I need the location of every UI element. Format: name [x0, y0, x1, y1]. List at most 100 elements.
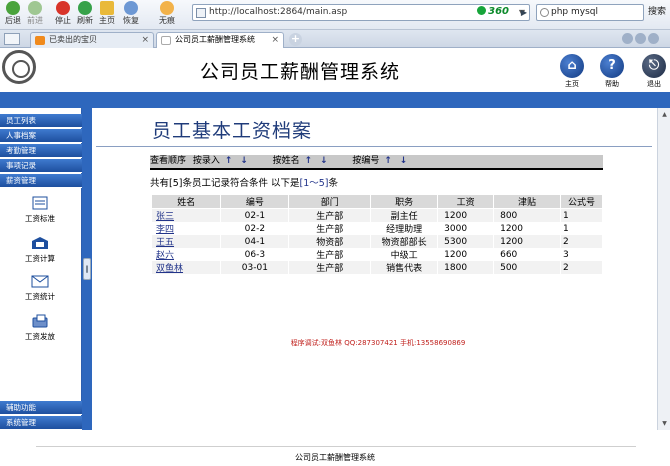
home-icon: [100, 1, 114, 15]
department-cell: 生产部: [288, 208, 372, 222]
search-button[interactable]: 搜索: [646, 4, 668, 21]
salary-stats-icon: [31, 275, 49, 288]
formula-cell: 2: [560, 235, 603, 248]
sidebar-sub-salary-stats[interactable]: 工资统计: [22, 274, 58, 302]
tab-scroll-left-icon[interactable]: [622, 33, 633, 44]
address-input[interactable]: http://localhost:2864/main.asp: [209, 7, 347, 17]
salary-cell: 3000: [437, 222, 495, 235]
employee-name-link[interactable]: 李四: [152, 222, 222, 235]
sidebar-sub-salary-payout[interactable]: 工资发放: [22, 314, 58, 342]
sidebar-item-attendance[interactable]: 考勤管理: [0, 144, 82, 158]
taobao-favicon-icon: [35, 36, 45, 45]
column-header-department: 部门: [288, 195, 372, 209]
sort-name-desc-link[interactable]: ↓: [320, 155, 328, 168]
sidebar-toggle-icon[interactable]: [4, 33, 20, 45]
home-button[interactable]: 主页: [96, 1, 118, 26]
refresh-icon: [78, 1, 92, 15]
sort-id-desc-link[interactable]: ↓: [400, 155, 408, 168]
search-input[interactable]: php mysql: [536, 4, 644, 21]
position-cell: 销售代表: [370, 261, 439, 274]
employee-name-link[interactable]: 双鱼林: [152, 261, 222, 274]
position-cell: 副主任: [370, 208, 439, 222]
sort-entry-desc-link[interactable]: ↓: [240, 155, 248, 168]
go-arrow-icon[interactable]: ▶: [517, 4, 531, 21]
table-row: 双鱼林 03-01 生产部 销售代表 1800 500 2: [152, 261, 603, 274]
sidebar-sub-salary-calc[interactable]: 工资计算: [22, 236, 58, 264]
page-title: 员工基本工资档案: [152, 120, 313, 142]
home-nav-button[interactable]: ⌂ 主页: [558, 54, 586, 89]
allowance-cell: 500: [493, 261, 562, 274]
security-badge[interactable]: 360: [477, 6, 509, 17]
table-row: 赵六 06-3 生产部 中级工 1200 660 3: [152, 248, 603, 261]
salary-calc-icon: [32, 237, 48, 249]
sort-by-name-label: 按姓名: [272, 156, 300, 166]
table-row: 王五 04-1 物资部 物资部部长 5300 1200 2: [152, 235, 603, 248]
column-header-position: 职务: [370, 195, 439, 209]
footer-divider: [36, 446, 636, 447]
formula-cell: 1: [560, 222, 603, 235]
developer-credits: 程序调试:双鱼林 QQ:287307421 手机:13558690869: [290, 339, 466, 347]
sort-id-asc-link[interactable]: ↑: [384, 155, 392, 168]
sort-by-id-label: 按编号: [352, 156, 380, 166]
salary-cell: 1800: [437, 261, 495, 274]
department-cell: 生产部: [288, 261, 372, 274]
close-tab-icon[interactable]: ×: [271, 33, 279, 47]
help-nav-button[interactable]: ? 帮助: [598, 54, 626, 89]
sort-by-entry-label: 按录入: [192, 156, 220, 166]
vertical-scrollbar[interactable]: ▲ ▼: [657, 108, 670, 430]
sidebar-sub-salary-standard[interactable]: 工资标准: [22, 196, 58, 224]
sort-label: 查看顺序: [150, 156, 187, 166]
allowance-cell: 1200: [493, 222, 562, 235]
sidebar-item-personnel[interactable]: 人事档案: [0, 129, 82, 143]
record-summary: 共有[5]条员工记录符合条件 以下是[1～5]条: [150, 178, 339, 189]
record-range: [1～5]: [299, 178, 329, 189]
forward-arrow-icon: [28, 1, 42, 15]
sidebar-item-system[interactable]: 系统管理: [0, 416, 82, 430]
tab-sold-items[interactable]: 已卖出的宝贝 ×: [30, 32, 154, 48]
sidebar-item-salary[interactable]: 薪资管理: [0, 174, 82, 188]
allowance-cell: 1200: [493, 235, 562, 248]
tab-salary-system[interactable]: 公司员工薪酬管理系统 ×: [156, 32, 284, 48]
sidebar-item-auxiliary[interactable]: 辅助功能: [0, 401, 82, 415]
employee-name-link[interactable]: 王五: [152, 235, 222, 248]
tab-scroll-right-icon[interactable]: [635, 33, 646, 44]
employee-id-cell: 02-2: [220, 222, 290, 235]
tab-list-icon[interactable]: [648, 33, 659, 44]
sidebar-splitter[interactable]: ‖: [82, 108, 92, 430]
company-logo: [2, 50, 36, 84]
address-bar[interactable]: http://localhost:2864/main.asp 360 ▼: [192, 4, 530, 21]
position-cell: 物资部部长: [370, 235, 439, 248]
scroll-up-icon[interactable]: ▲: [659, 109, 670, 120]
help-icon: ?: [600, 54, 624, 78]
restore-button[interactable]: 恢复: [120, 1, 142, 26]
forward-button[interactable]: 前进: [24, 1, 46, 26]
back-arrow-icon: [6, 1, 20, 15]
employee-name-link[interactable]: 张三: [152, 208, 222, 222]
formula-cell: 1: [560, 208, 603, 222]
footer-text: 公司员工薪酬管理系统: [295, 453, 375, 462]
traceless-mode-icon: [160, 1, 174, 15]
employee-name-link[interactable]: 赵六: [152, 248, 222, 261]
close-tab-icon[interactable]: ×: [141, 33, 149, 47]
department-cell: 生产部: [288, 248, 372, 261]
salary-cell: 5300: [437, 235, 495, 248]
header-band: [0, 92, 670, 108]
new-tab-icon[interactable]: +: [289, 33, 302, 46]
home-icon: ⌂: [560, 54, 584, 78]
salary-cell: 1200: [437, 248, 495, 261]
column-header-id: 编号: [220, 195, 290, 209]
column-header-allowance: 津贴: [493, 195, 562, 209]
traceless-button[interactable]: 无痕: [156, 1, 178, 26]
sort-entry-asc-link[interactable]: ↑: [225, 155, 233, 168]
stop-icon: [56, 1, 70, 15]
scroll-down-icon[interactable]: ▼: [659, 418, 670, 429]
collapse-handle-icon[interactable]: ‖: [83, 258, 91, 280]
exit-nav-button[interactable]: ⎋ 退出: [640, 54, 668, 89]
sort-bar-underline: [150, 168, 603, 170]
sort-name-asc-link[interactable]: ↑: [305, 155, 313, 168]
page-icon: [196, 8, 206, 18]
position-cell: 中级工: [370, 248, 439, 261]
sidebar-item-records[interactable]: 事项记录: [0, 159, 82, 173]
sidebar-item-employee-list[interactable]: 员工列表: [0, 114, 82, 128]
search-engine-icon: [540, 8, 549, 17]
